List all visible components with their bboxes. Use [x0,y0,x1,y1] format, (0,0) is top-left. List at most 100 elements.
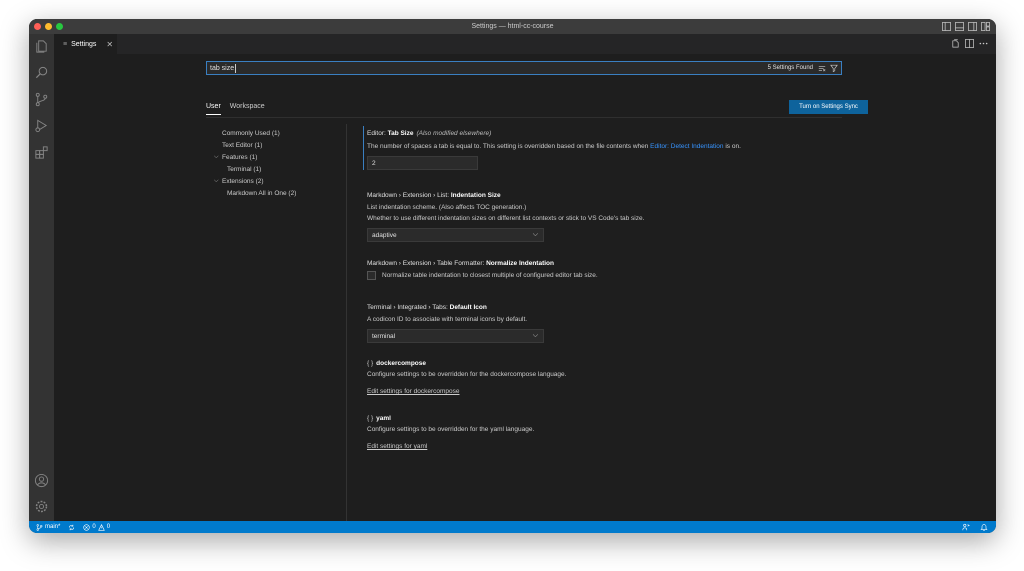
status-right [962,523,988,531]
language-name: dockercompose [376,360,427,367]
explorer-icon[interactable] [34,39,49,54]
notifications-bell-icon[interactable] [980,523,988,531]
desc-text: is on. [723,143,741,150]
extensions-icon[interactable] [34,145,49,160]
setting-description: The number of spaces a tab is equal to. … [367,141,847,152]
toc-label: Markdown All in One (2) [227,189,297,197]
traffic-lights [34,23,63,30]
tab-workspace[interactable]: Workspace [230,103,265,115]
setting-description: A codicon ID to associate with terminal … [367,316,528,323]
customize-layout-icon[interactable] [981,22,990,31]
setting-title: Markdown › Extension › Table Formatter: … [367,260,847,267]
search-value: tab size [210,64,235,72]
language-dockercompose: { } dockercompose Configure settings to b… [367,360,847,395]
setting-name: Indentation Size [450,192,501,199]
toc-divider [346,124,347,521]
manage-gear-icon[interactable] [34,499,49,514]
editor-tab-bar: ≡ Settings ✕ [54,34,996,54]
toggle-panel-icon[interactable] [955,22,964,31]
vscode-window: Settings — html-cc-course ≡ Settings ✕ t… [29,19,996,533]
search-actions [818,64,838,72]
toc-label: Extensions (2) [222,177,264,185]
setting-name: Normalize Indentation [486,260,554,267]
close-window-button[interactable] [34,23,41,30]
toc-item-markdown-all-in-one[interactable]: Markdown All in One (2) [214,187,344,199]
setting-table-formatter-normalize-indentation: Markdown › Extension › Table Formatter: … [367,260,847,280]
feedback-icon[interactable] [962,523,970,531]
chevron-down-icon: ⌵ [532,332,538,339]
search-icon[interactable] [34,65,49,80]
setting-title: { } dockercompose [367,360,847,367]
close-tab-icon[interactable]: ✕ [106,40,113,49]
open-settings-json-icon[interactable] [951,39,960,48]
sync-icon [69,524,75,530]
default-icon-select[interactable]: terminal ⌵ [367,329,544,343]
setting-description: List indentation scheme. (Also affects T… [367,202,847,224]
language-yaml: { } yaml Configure settings to be overrid… [367,415,847,450]
maximize-window-button[interactable] [56,23,63,30]
desc-line: Whether to use different indentation siz… [367,215,645,222]
turn-on-settings-sync-button[interactable]: Turn on Settings Sync [789,100,868,114]
branch-indicator[interactable]: main* [36,523,61,531]
setting-category: Markdown › Extension › List: [367,192,451,199]
edit-yaml-link[interactable]: Edit settings for yaml [367,443,847,450]
indentation-size-select[interactable]: adaptive ⌵ [367,228,544,242]
error-icon [83,523,90,531]
settings-search-input[interactable]: tab size 5 Settings Found [206,61,842,75]
run-debug-icon[interactable] [34,118,49,133]
toc-item-terminal[interactable]: Terminal (1) [214,163,344,175]
minimize-window-button[interactable] [45,23,52,30]
setting-terminal-default-icon: Terminal › Integrated › Tabs: Default Ic… [367,304,847,343]
tab-user[interactable]: User [206,103,221,115]
focus-indicator [363,126,364,170]
normalize-indentation-checkbox[interactable] [367,271,376,280]
setting-editor-tab-size: Editor: Tab Size (Also modified elsewhere… [363,126,847,170]
more-actions-icon[interactable] [979,39,988,48]
setting-description: Configure settings to be overridden for … [367,426,535,433]
chevron-down-icon: ⌵ [214,153,219,160]
tab-settings[interactable]: ≡ Settings ✕ [54,34,117,54]
setting-category: Markdown › Extension › Table Formatter: [367,260,487,267]
select-value: terminal [372,332,396,340]
source-control-icon[interactable] [34,92,49,107]
scope-divider [206,117,842,118]
status-bar: main* 0 0 [29,521,996,533]
accounts-icon[interactable] [34,473,49,488]
toc-item-features[interactable]: ⌵ Features (1) [214,151,344,163]
braces-icon: { } [367,360,374,367]
checkbox-row: Normalize table indentation to closest m… [367,271,847,280]
problems-indicator[interactable]: 0 0 [83,523,111,531]
clear-filter-icon[interactable] [818,64,826,72]
activity-bar [29,34,54,521]
toc-item-extensions[interactable]: ⌵ Extensions (2) [214,175,344,187]
setting-description: Configure settings to be overridden for … [367,371,567,378]
tab-size-input[interactable]: 2 [367,156,478,170]
desc-line: List indentation scheme. (Also affects T… [367,204,527,211]
language-name: yaml [376,415,391,422]
edit-dockercompose-link[interactable]: Edit settings for dockercompose [367,388,847,395]
sync-status[interactable] [68,524,75,531]
filter-icon[interactable] [830,64,838,72]
toc-label: Terminal (1) [227,165,262,173]
setting-name: Default Icon [449,304,487,311]
toc-item-commonly-used[interactable]: Commonly Used (1) [214,127,344,139]
warning-icon [97,523,105,531]
settings-editor: tab size 5 Settings Found User Workspace… [54,54,996,521]
split-editor-icon[interactable] [965,39,974,48]
settings-toc: Commonly Used (1) Text Editor (1) ⌵ Feat… [214,127,344,199]
toc-item-text-editor[interactable]: Text Editor (1) [214,139,344,151]
toggle-primary-sidebar-icon[interactable] [942,22,951,31]
branch-name: main* [45,524,61,530]
text-caret [235,63,237,73]
scope-tabs: User Workspace [206,103,265,115]
braces-icon: { } [367,415,374,422]
desc-text: The number of spaces a tab is equal to. … [367,143,651,150]
toc-label: Features (1) [222,153,258,161]
title-bar: Settings — html-cc-course [29,19,996,34]
setting-category: Terminal › Integrated › Tabs: [367,304,450,311]
warning-count: 0 [106,524,111,530]
detect-indentation-link[interactable]: Editor: Detect Indentation [650,143,723,150]
setting-title: { } yaml [367,415,847,422]
setting-title: Markdown › Extension › List: Indentation… [367,192,847,199]
toggle-secondary-sidebar-icon[interactable] [968,22,977,31]
